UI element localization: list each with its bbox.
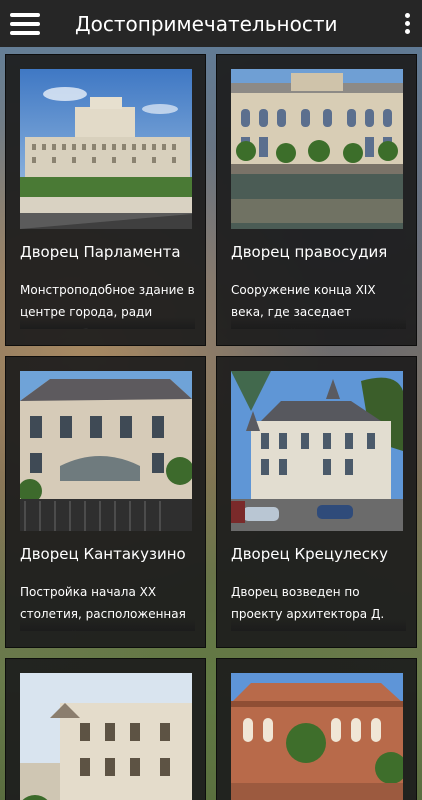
more-options-button[interactable] [392,0,422,47]
attraction-title: Дворец Кантакузино [20,545,186,563]
attraction-title: Дворец Крецулеску [231,545,388,563]
attraction-card-justice[interactable]: Дворец правосудия Сооружение конца XIX в… [216,54,417,346]
hamburger-menu-icon [10,12,40,35]
menu-button[interactable] [0,0,50,47]
attraction-description: Монстроподобное здание в центре города, … [20,279,195,329]
page-title: Достопримечательности [75,11,338,36]
attraction-card-parliament[interactable]: Дворец Парламента Монстроподобное здание… [5,54,206,346]
attraction-card-cantacuzino[interactable]: Дворец Кантакузино Постройка начала XX с… [5,356,206,648]
attraction-title: Дворец Парламента [20,243,181,261]
attraction-photo [231,371,403,531]
attraction-card-kretzulescu[interactable]: Дворец Крецулеску Дворец возведен по про… [216,356,417,648]
more-vertical-icon [404,13,410,18]
attraction-description: Постройка начала XX столетия, расположен… [20,581,195,631]
attraction-photo [231,69,403,229]
attraction-card[interactable] [5,658,206,800]
app-bar: Достопримечательности [0,0,422,47]
attraction-photo [20,69,192,229]
attraction-description: Дворец возведен по проекту архитектора Д… [231,581,406,631]
attraction-title: Дворец правосудия [231,243,388,261]
attraction-photo [20,371,192,531]
attractions-grid: Дворец Парламента Монстроподобное здание… [5,54,418,800]
attraction-photo [231,673,403,800]
attraction-photo [20,673,192,800]
attraction-card[interactable] [216,658,417,800]
attraction-description: Сооружение конца XIX века, где заседает … [231,279,406,329]
